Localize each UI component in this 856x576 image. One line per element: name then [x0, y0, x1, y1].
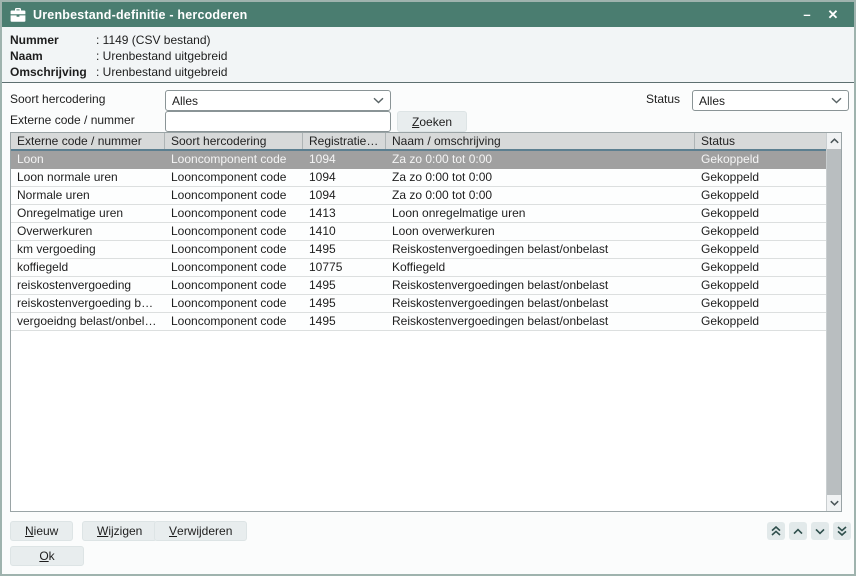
dialog-window: Urenbestand-definitie - hercoderen – ✕ N… [0, 0, 856, 576]
chevron-down-icon [831, 97, 842, 104]
filter-bar: Soort hercodering Alles Status Alles Ext… [2, 84, 854, 132]
move-down-button[interactable] [811, 522, 829, 540]
wijzigen-button[interactable]: Wijzigen [82, 521, 157, 541]
soort-hercodering-value: Alles [172, 94, 373, 108]
scroll-down-icon[interactable] [827, 495, 841, 511]
naam-value: : Urenbestand uitgebreid [96, 48, 227, 64]
col-header-registratienr[interactable]: RegistratieNr [303, 133, 386, 149]
table-header-row: Externe code / nummer Soort hercodering … [11, 133, 826, 151]
vertical-scrollbar[interactable] [826, 133, 841, 511]
table-row[interactable]: reiskostenvergoeding Looncomponent code … [11, 277, 826, 295]
titlebar: Urenbestand-definitie - hercoderen – ✕ [2, 2, 854, 27]
externe-code-input[interactable] [165, 111, 391, 132]
move-last-button[interactable] [833, 522, 851, 540]
move-first-button[interactable] [767, 522, 785, 540]
info-row-naam: Naam : Urenbestand uitgebreid [10, 48, 846, 64]
table-row[interactable]: koffiegeld Looncomponent code 10775 Koff… [11, 259, 826, 277]
info-row-omschrijving: Omschrijving : Urenbestand uitgebreid [10, 64, 846, 80]
nummer-label: Nummer [10, 32, 96, 48]
chevron-down-icon [815, 528, 825, 535]
externe-code-label: Externe code / nummer [10, 110, 135, 130]
close-button[interactable]: ✕ [820, 5, 846, 25]
recode-table-grid: Externe code / nummer Soort hercodering … [11, 133, 826, 511]
minimize-button[interactable]: – [794, 5, 820, 25]
zoeken-button[interactable]: Zoeken [397, 111, 467, 132]
chevron-down-icon [373, 97, 384, 104]
move-up-button[interactable] [789, 522, 807, 540]
record-info-panel: Nummer : 1149 (CSV bestand) Naam : Urenb… [2, 27, 854, 83]
briefcase-icon [10, 8, 26, 22]
table-row[interactable]: reiskostenvergoeding belas... Looncompon… [11, 295, 826, 313]
col-header-status[interactable]: Status [695, 133, 826, 149]
status-value: Alles [699, 94, 831, 108]
table-row[interactable]: Loon Looncomponent code 1094 Za zo 0:00 … [11, 151, 826, 169]
status-select[interactable]: Alles [692, 90, 849, 111]
nieuw-button[interactable]: Nieuw [10, 521, 73, 541]
chevron-up-icon [793, 528, 803, 535]
col-header-soort[interactable]: Soort hercodering [165, 133, 303, 149]
soort-hercodering-label: Soort hercodering [10, 89, 105, 109]
table-row[interactable]: vergoeidng belast/onbelast Looncomponent… [11, 313, 826, 331]
verwijderen-button[interactable]: Verwijderen [154, 521, 247, 541]
table-row[interactable]: Overwerkuren Looncomponent code 1410 Loo… [11, 223, 826, 241]
scroll-up-icon[interactable] [827, 133, 841, 149]
col-header-naam[interactable]: Naam / omschrijving [386, 133, 695, 149]
table-row[interactable]: km vergoeding Looncomponent code 1495 Re… [11, 241, 826, 259]
soort-hercodering-select[interactable]: Alles [165, 90, 391, 111]
scrollbar-thumb[interactable] [827, 149, 841, 495]
table-row[interactable]: Loon normale uren Looncomponent code 109… [11, 169, 826, 187]
table-row[interactable]: Normale uren Looncomponent code 1094 Za … [11, 187, 826, 205]
chevron-double-down-icon [837, 526, 847, 536]
window-title: Urenbestand-definitie - hercoderen [33, 8, 794, 22]
status-label: Status [646, 89, 680, 109]
table-row[interactable]: Onregelmatige uren Looncomponent code 14… [11, 205, 826, 223]
omschrijving-label: Omschrijving [10, 64, 96, 80]
col-header-externe[interactable]: Externe code / nummer [11, 133, 165, 149]
chevron-double-up-icon [771, 526, 781, 536]
recode-table: Externe code / nummer Soort hercodering … [10, 132, 842, 512]
omschrijving-value: : Urenbestand uitgebreid [96, 64, 227, 80]
naam-label: Naam [10, 48, 96, 64]
info-row-nummer: Nummer : 1149 (CSV bestand) [10, 32, 846, 48]
ok-button[interactable]: Ok [10, 546, 84, 566]
nummer-value: : 1149 (CSV bestand) [96, 32, 211, 48]
